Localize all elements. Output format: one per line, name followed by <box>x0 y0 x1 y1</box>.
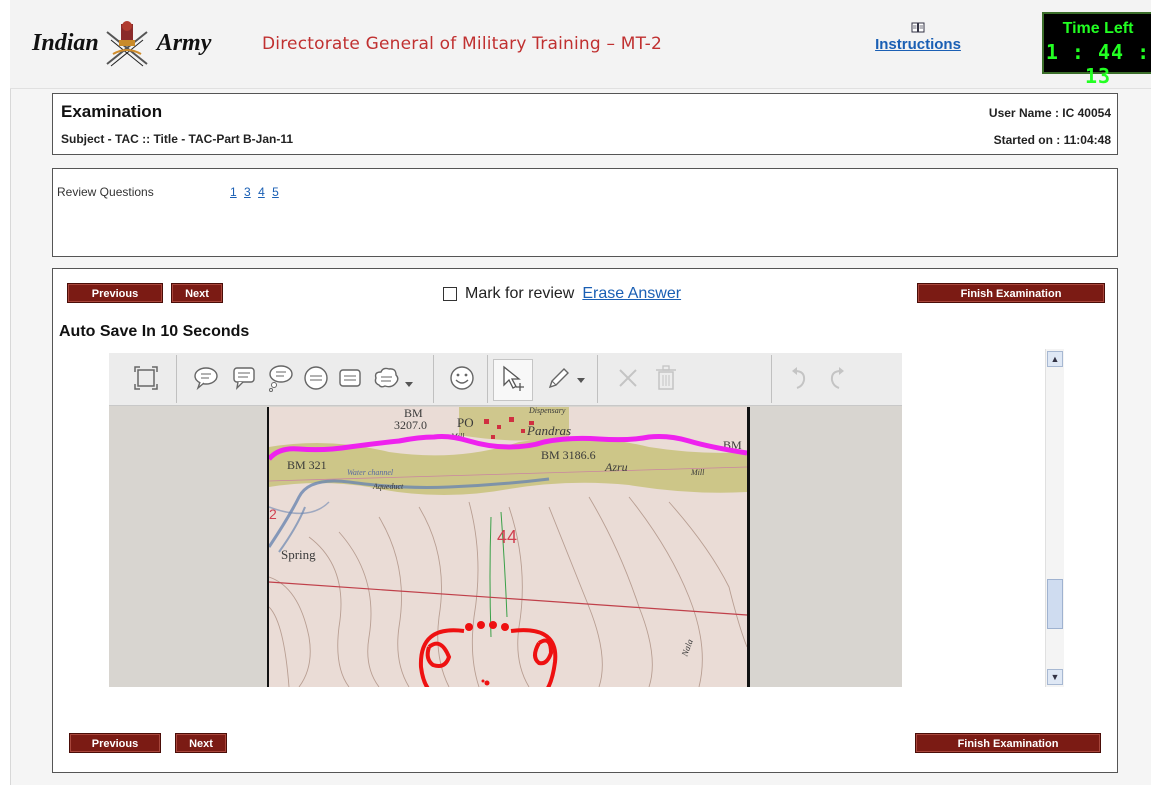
autosave-text: Auto Save In 10 Seconds <box>59 323 250 340</box>
map-label-grid-44: 44 <box>497 527 517 547</box>
next-button-bottom[interactable]: Next <box>175 733 227 753</box>
started-on-label: Started on : <box>993 133 1064 147</box>
map-label-aqueduct: Aqueduct <box>372 482 404 491</box>
trash-icon[interactable] <box>651 363 681 393</box>
review-link-5[interactable]: 5 <box>272 185 279 199</box>
scroll-down-arrow-icon[interactable]: ▼ <box>1047 669 1063 685</box>
time-left-value: 1 : 44 : 13 <box>1045 40 1151 88</box>
emblem-icon <box>106 21 148 67</box>
circle-text-icon[interactable] <box>301 363 331 393</box>
pencil-icon[interactable] <box>543 363 573 393</box>
map-label-mill-right: Mill <box>690 468 705 477</box>
map-label-po: PO <box>457 415 474 430</box>
brand-indian-text: Indian <box>32 29 99 56</box>
callout-icon[interactable] <box>229 363 259 393</box>
smiley-icon[interactable] <box>447 363 477 393</box>
redo-icon[interactable] <box>821 363 851 393</box>
finish-button-top[interactable]: Finish Examination <box>917 283 1105 303</box>
map-label-spring: Spring <box>281 547 316 562</box>
time-left-panel: Time Left 1 : 44 : 13 <box>1042 12 1151 88</box>
started-on-value: 11:04:48 <box>1063 133 1111 147</box>
annotation-viewer[interactable]: BM 3207.0 PO Mill Dispensary Pandras BM … <box>109 353 902 687</box>
exam-info-box: Examination Subject - TAC :: Title - TAC… <box>52 93 1118 155</box>
delete-x-icon[interactable] <box>613 363 643 393</box>
previous-button-top[interactable]: Previous <box>67 283 163 303</box>
page-title: Directorate General of Military Training… <box>262 34 663 54</box>
mark-review-group: Mark for review Erase Answer <box>443 285 681 303</box>
instructions-area[interactable]: Instructions <box>866 22 970 53</box>
time-left-label: Time Left <box>1062 20 1134 37</box>
user-name: User Name : IC 40054 <box>988 106 1111 120</box>
map-label-pandras: Pandras <box>526 423 571 438</box>
toolbar-separator <box>433 355 434 403</box>
map-label-bm-left: BM 321 <box>287 458 327 472</box>
map-label-bm-mid: BM 3186.6 <box>541 448 596 462</box>
speech-bubble-icon[interactable] <box>191 363 221 393</box>
review-link-4[interactable]: 4 <box>258 185 265 199</box>
mark-review-checkbox[interactable] <box>443 287 457 301</box>
exam-subject-line: Subject - TAC :: Title - TAC-Part B-Jan-… <box>61 132 294 146</box>
erase-answer-link[interactable]: Erase Answer <box>582 285 681 303</box>
topographic-map-image: BM 3207.0 PO Mill Dispensary Pandras BM … <box>267 407 750 687</box>
toolbar-separator <box>771 355 772 403</box>
previous-button-bottom[interactable]: Previous <box>69 733 161 753</box>
page-header: Indian Army Directorate General of Milit… <box>10 0 1151 89</box>
vertical-scrollbar[interactable]: ▲ ▼ <box>1045 349 1064 687</box>
instructions-link[interactable]: Instructions <box>875 36 961 53</box>
exam-heading: Examination <box>61 102 163 121</box>
brand-logo: Indian Army <box>32 18 211 68</box>
cloud-text-icon[interactable] <box>371 363 401 393</box>
map-label-dispensary: Dispensary <box>528 407 566 415</box>
thought-bubble-icon[interactable] <box>265 363 295 393</box>
select-cursor-icon[interactable] <box>498 363 528 393</box>
annotation-toolbar <box>109 353 902 406</box>
review-question-links: 1 3 4 5 <box>230 185 283 199</box>
toolbar-separator <box>176 355 177 403</box>
started-on: Started on : 11:04:48 <box>994 133 1111 147</box>
book-icon <box>911 22 925 33</box>
review-link-3[interactable]: 3 <box>244 185 251 199</box>
scrollbar-thumb[interactable] <box>1047 579 1063 629</box>
map-label-grid-2: 2 <box>269 506 277 522</box>
rect-text-icon[interactable] <box>335 363 365 393</box>
review-questions-box: Review Questions 1 3 4 5 <box>52 168 1118 257</box>
next-button-top[interactable]: Next <box>171 283 223 303</box>
scroll-up-arrow-icon[interactable]: ▲ <box>1047 351 1063 367</box>
map-label-azru: Azru <box>604 460 628 474</box>
review-questions-label: Review Questions <box>57 185 154 199</box>
undo-icon[interactable] <box>785 363 815 393</box>
map-label-bm-top-val: 3207.0 <box>394 418 427 432</box>
review-link-1[interactable]: 1 <box>230 185 237 199</box>
question-panel: Previous Next Mark for review Erase Answ… <box>52 268 1118 773</box>
dropdown-arrow-icon[interactable] <box>401 363 417 393</box>
mark-review-label: Mark for review <box>465 285 575 302</box>
dropdown-arrow-icon[interactable] <box>573 363 589 393</box>
toolbar-separator <box>487 355 488 403</box>
finish-button-bottom[interactable]: Finish Examination <box>915 733 1101 753</box>
brand-army-text: Army <box>156 29 212 56</box>
toolbar-separator <box>597 355 598 403</box>
map-label-water-channel: Water channel <box>347 468 394 477</box>
fit-page-icon[interactable] <box>131 363 161 393</box>
